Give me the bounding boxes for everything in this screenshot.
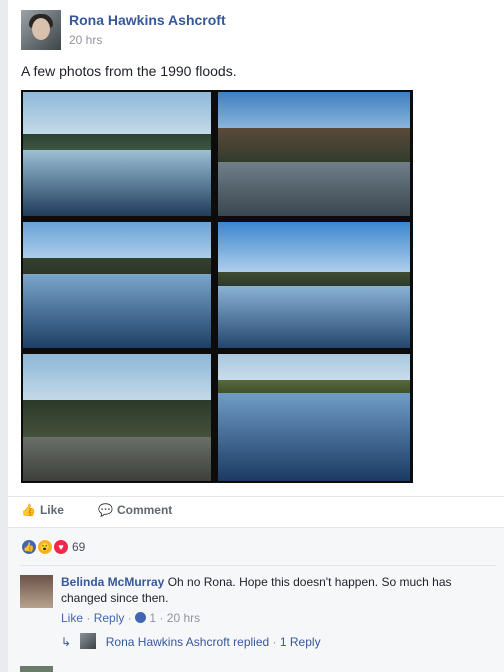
like-button[interactable]: 👍 Like bbox=[21, 500, 64, 520]
comment-label: Comment bbox=[116, 503, 173, 517]
flood-photo-5 bbox=[23, 354, 211, 481]
commenter-avatar[interactable] bbox=[20, 575, 53, 608]
like-reaction-icon[interactable]: 👍 bbox=[21, 539, 37, 555]
thumbs-up-icon: 👍 bbox=[21, 503, 36, 517]
separator: · bbox=[159, 611, 164, 625]
comment-icon: 💬 bbox=[98, 503, 113, 517]
next-comment-avatar[interactable] bbox=[20, 666, 53, 672]
like-label: Like bbox=[39, 503, 64, 517]
comment-author[interactable]: Belinda McMurray bbox=[61, 575, 164, 589]
replier-avatar bbox=[80, 633, 97, 649]
comment-like-reaction-icon[interactable] bbox=[135, 612, 147, 623]
post-actions: 👍 Like 💬 Comment bbox=[8, 500, 504, 526]
post-author-name[interactable]: Rona Hawkins Ashcroft bbox=[69, 12, 226, 28]
photo-collage[interactable] bbox=[21, 90, 413, 483]
comment-body: Belinda McMurray Oh no Rona. Hope this d… bbox=[61, 574, 471, 606]
divider bbox=[8, 527, 504, 528]
post-timestamp[interactable]: 20 hrs bbox=[69, 33, 102, 47]
flood-photo-6 bbox=[218, 354, 410, 481]
replier-name: Rona Hawkins Ashcroft bbox=[105, 635, 230, 649]
comment-like-count[interactable]: 1 bbox=[149, 611, 156, 625]
reaction-count[interactable]: 69 bbox=[72, 539, 85, 555]
flood-photo-2 bbox=[218, 92, 410, 216]
flood-photo-1 bbox=[23, 92, 211, 216]
avatar-face bbox=[32, 18, 50, 40]
comment-meta: Like · Reply · 1 · 20 hrs bbox=[61, 610, 200, 626]
reply-count: 1 Reply bbox=[279, 635, 321, 649]
separator: · bbox=[127, 611, 132, 625]
reply-arrow-icon: ↳ bbox=[61, 635, 72, 649]
replied-label: replied bbox=[233, 635, 270, 649]
flood-photo-4 bbox=[218, 222, 410, 348]
post-text: A few photos from the 1990 floods. bbox=[21, 63, 237, 79]
comment-time[interactable]: 20 hrs bbox=[167, 611, 200, 625]
wow-reaction-icon[interactable]: 😮 bbox=[37, 539, 53, 555]
love-reaction-icon[interactable]: ♥ bbox=[53, 539, 69, 555]
view-replies-link[interactable]: ↳ Rona Hawkins Ashcroft replied · 1 Repl… bbox=[61, 633, 321, 650]
comment-reply-link[interactable]: Reply bbox=[94, 611, 125, 625]
flood-photo-3 bbox=[23, 222, 211, 348]
post-card: Rona Hawkins Ashcroft 20 hrs A few photo… bbox=[8, 0, 504, 672]
comment-like-link[interactable]: Like bbox=[61, 611, 83, 625]
separator: · bbox=[86, 611, 91, 625]
divider bbox=[20, 565, 496, 566]
divider bbox=[8, 496, 504, 497]
author-avatar[interactable] bbox=[21, 10, 61, 50]
separator: · bbox=[272, 635, 277, 649]
comment-button[interactable]: 💬 Comment bbox=[98, 500, 172, 520]
